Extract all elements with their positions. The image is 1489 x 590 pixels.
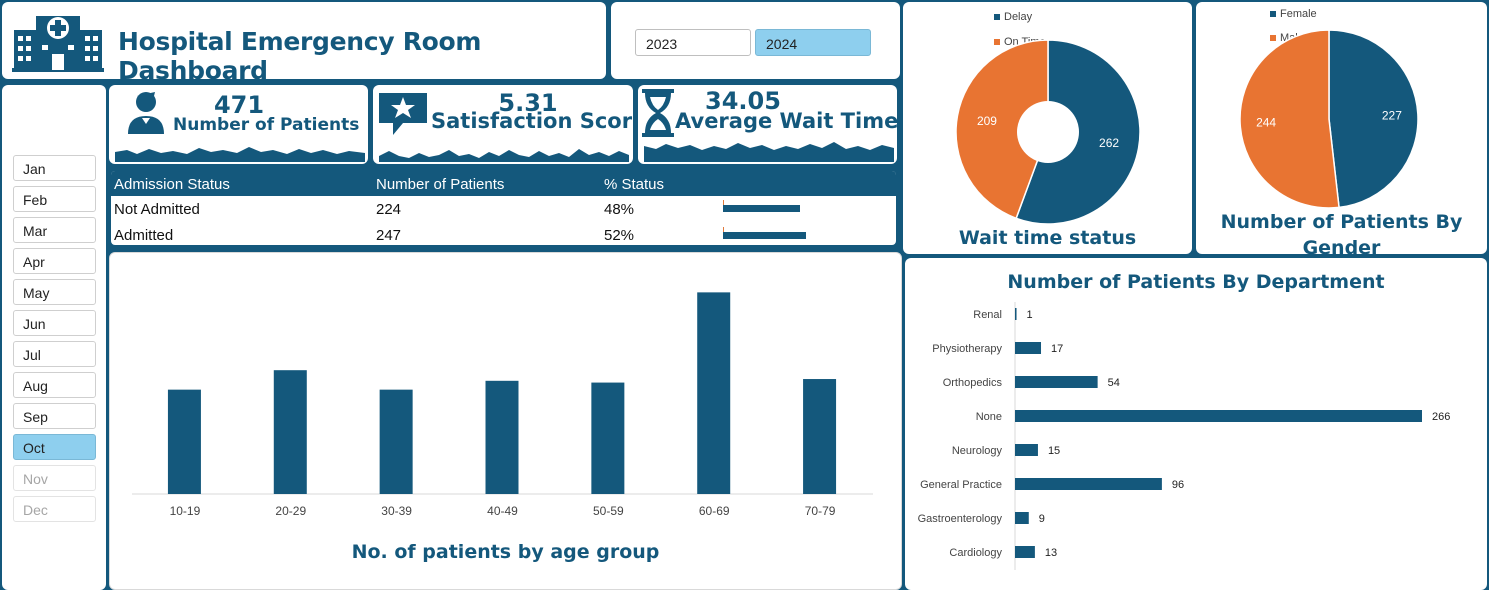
x-tick-label: 20-29 (275, 504, 306, 518)
age-group-chart: 10-19 20-29 30-39 40-49 50-59 60-69 70-79 (132, 292, 873, 518)
bar-data-label: 1 (1027, 309, 1033, 321)
bar-data-label: 96 (1172, 479, 1184, 491)
department-bar-renal (1015, 308, 1017, 320)
row-status: Admitted (114, 227, 174, 244)
row-status: Not Admitted (114, 201, 200, 218)
kpi-wait-label: Average Wait Time (675, 109, 897, 133)
y-tick-label: Orthopedics (943, 377, 1003, 389)
y-tick-label: Neurology (952, 445, 1003, 457)
pie-data-label: 227 (1382, 108, 1402, 122)
row-count: 224 (376, 201, 402, 218)
y-tick-label: Renal (973, 309, 1002, 321)
month-option-apr[interactable]: Apr (13, 248, 96, 274)
kpi-satisfaction-label: Satisfaction Score (431, 109, 633, 133)
row-count: 247 (376, 227, 402, 244)
wait-chart-title: Wait time status (958, 227, 1137, 249)
admission-status-table: Admission Status Number of Patients % St… (109, 169, 898, 247)
row-pct: 48% (604, 201, 635, 218)
month-option-jul[interactable]: Jul (13, 341, 96, 367)
kpi-satisfaction-card: 5.31 Satisfaction Score (373, 85, 633, 164)
pie-slice-male (1239, 29, 1340, 209)
age-bar-30-39 (379, 389, 413, 494)
department-bar-orthopedics (1015, 376, 1098, 388)
age-bar-10-19 (167, 389, 201, 494)
age-bar-70-79 (803, 379, 837, 494)
department-bar-gastroenterology (1015, 512, 1029, 524)
wait-time-chart-card: Delay On Time 262 209 Wait time status (903, 2, 1192, 254)
department-bar-none (1015, 410, 1422, 422)
table-header: Admission Status Number of Patients % St… (111, 171, 896, 196)
kpi-patients-card: 471 Number of Patients (109, 85, 368, 164)
pct-bar (723, 205, 800, 212)
y-tick-label: Gastroenterology (918, 513, 1003, 525)
month-option-jun[interactable]: Jun (13, 310, 96, 336)
header-pct-status: % Status (604, 176, 665, 193)
x-tick-label: 10-19 (170, 504, 201, 518)
kpi-wait-card: 34.05 Average Wait Time (638, 85, 897, 164)
y-tick-label: General Practice (920, 479, 1002, 491)
y-tick-label: Physiotherapy (932, 343, 1002, 355)
row-pct: 52% (604, 227, 635, 244)
hourglass-icon (642, 89, 674, 137)
title-card: Hospital Emergency Room Dashboard (2, 2, 606, 85)
month-option-may[interactable]: May (13, 279, 96, 305)
header-admission-status: Admission Status (114, 176, 230, 193)
age-chart-title: No. of patients by age group (351, 541, 660, 563)
year-slicer: 2023 2024 (611, 2, 900, 79)
x-tick-label: 70-79 (805, 504, 836, 518)
age-bar-20-29 (273, 370, 307, 494)
month-option-sep[interactable]: Sep (13, 403, 96, 429)
year-option-2024[interactable]: 2024 (755, 29, 871, 56)
kpi-satisfaction-sparkline (379, 149, 629, 162)
department-chart-card: Number of Patients By Department Renal 1 P… (905, 258, 1487, 590)
age-bar-50-59 (591, 382, 625, 494)
page-title: Hospital Emergency Room Dashboard (118, 27, 482, 85)
x-tick-label: 60-69 (699, 504, 730, 518)
pie-data-label: 262 (1099, 136, 1119, 150)
pct-bar (723, 232, 806, 239)
x-tick-label: 30-39 (381, 504, 412, 518)
month-option-oct[interactable]: Oct (13, 434, 96, 460)
y-tick-label: None (976, 411, 1002, 423)
pie-data-label: 244 (1256, 116, 1276, 130)
department-chart: Renal 1 Physiotherapy 17 Orthopedics 54 None 26… (918, 302, 1450, 570)
kpi-patients-label: Number of Patients (173, 115, 360, 135)
month-option-dec[interactable]: Dec (13, 496, 96, 522)
bar-data-label: 54 (1108, 377, 1120, 389)
pie-slice-female (1328, 29, 1419, 209)
hospital-icon (12, 16, 104, 72)
kpi-wait-sparkline (644, 142, 894, 162)
month-option-mar[interactable]: Mar (13, 217, 96, 243)
patient-icon (128, 92, 164, 134)
bar-data-label: 17 (1051, 343, 1063, 355)
department-bar-neurology (1015, 444, 1038, 456)
department-bar-cardiology (1015, 546, 1035, 558)
bar-data-label: 15 (1048, 445, 1060, 457)
month-option-feb[interactable]: Feb (13, 186, 96, 212)
bar-data-label: 266 (1432, 411, 1450, 423)
month-option-nov[interactable]: Nov (13, 465, 96, 491)
year-option-2023[interactable]: 2023 (635, 29, 751, 56)
gender-chart-card: Female Male 227244 Number of Patients By… (1196, 2, 1487, 259)
pie-data-label: 209 (977, 114, 997, 128)
age-bar-60-69 (697, 292, 731, 494)
x-tick-label: 40-49 (487, 504, 518, 518)
month-option-aug[interactable]: Aug (13, 372, 96, 398)
department-bar-physiotherapy (1015, 342, 1042, 354)
age-bar-40-49 (485, 380, 519, 494)
x-tick-label: 50-59 (593, 504, 624, 518)
gender-chart-title: Number of Patients By Gender (1220, 211, 1463, 259)
star-speech-bubble-icon (379, 93, 427, 135)
kpi-patients-sparkline (115, 147, 365, 162)
wait-time-pie: 262 209 (955, 39, 1141, 225)
month-slicer: Jan Feb Mar Apr May Jun Jul Aug Sep Oct … (2, 85, 106, 590)
bar-data-label: 9 (1039, 513, 1045, 525)
y-tick-label: Cardiology (949, 547, 1002, 559)
age-group-chart-card: 10-19 20-29 30-39 40-49 50-59 60-69 70-79 No. … (109, 252, 902, 590)
header-number-of-patients: Number of Patients (376, 176, 505, 193)
bar-data-label: 13 (1045, 547, 1057, 559)
month-option-jan[interactable]: Jan (13, 155, 96, 181)
donut-hole (1017, 101, 1079, 163)
department-bar-general-practice (1015, 478, 1162, 490)
